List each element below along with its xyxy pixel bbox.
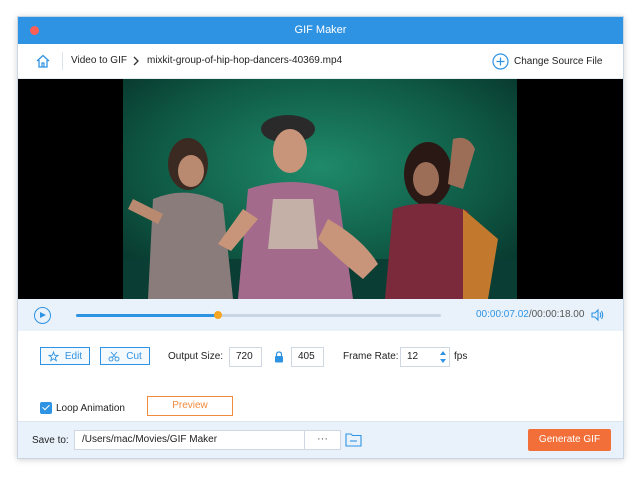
timeline-handle[interactable] <box>214 311 223 319</box>
scissors-icon <box>108 351 120 361</box>
edit-icon <box>47 350 59 362</box>
video-preview-area <box>18 79 623 299</box>
title-bar: GIF Maker <box>18 17 623 44</box>
edit-button[interactable]: Edit <box>40 347 90 365</box>
current-time: 00:00:07.02 <box>476 309 529 320</box>
save-to-label: Save to: <box>32 435 69 446</box>
volume-icon[interactable] <box>590 308 604 322</box>
breadcrumb-file-name: mixkit-group-of-hip-hop-dancers-40369.mp… <box>147 55 343 66</box>
play-button[interactable] <box>34 307 51 324</box>
add-circle-icon <box>492 52 509 70</box>
playback-bar: 00:00:07.02/00:00:18.00 <box>18 299 623 331</box>
edit-label: Edit <box>64 350 83 362</box>
home-icon[interactable] <box>35 53 51 69</box>
loop-animation-label[interactable]: Loop Animation <box>56 403 125 414</box>
stepper-icon[interactable] <box>438 347 448 367</box>
breadcrumb-divider <box>62 52 63 70</box>
breadcrumb-section[interactable]: Video to GIF <box>71 55 127 66</box>
total-time: /00:00:18.00 <box>528 309 585 320</box>
cut-label: Cut <box>126 350 142 362</box>
video-frame <box>123 79 517 299</box>
folder-icon[interactable] <box>345 432 362 447</box>
frame-rate-label: Frame Rate: <box>343 351 399 362</box>
generate-gif-button[interactable]: Generate GIF <box>528 429 611 451</box>
breadcrumb: Video to GIF mixkit-group-of-hip-hop-dan… <box>18 44 623 79</box>
save-path-input[interactable]: /Users/mac/Movies/GIF Maker <box>74 430 305 450</box>
timeline-progress <box>76 314 219 317</box>
lock-icon[interactable] <box>274 351 284 363</box>
change-source-file-button[interactable]: Change Source File <box>492 51 602 71</box>
timeline-slider[interactable] <box>76 311 441 319</box>
loop-animation-checkbox[interactable] <box>40 402 52 414</box>
output-width-input[interactable]: 720 <box>229 347 262 367</box>
dancers-video-image <box>123 79 517 299</box>
window-title: GIF Maker <box>294 24 347 36</box>
change-source-label: Change Source File <box>514 55 603 67</box>
chevron-right-icon <box>133 56 139 66</box>
cut-button[interactable]: Cut <box>100 347 150 365</box>
preview-button[interactable]: Preview <box>147 396 233 416</box>
browse-path-button[interactable]: ··· <box>305 430 341 450</box>
save-bar: Save to: /Users/mac/Movies/GIF Maker ···… <box>18 421 623 458</box>
output-size-label: Output Size: <box>168 351 224 362</box>
gif-maker-window: GIF Maker Video to GIF mixkit-group-of-h… <box>17 16 624 459</box>
gif-settings-panel: Edit Cut Output Size: 720 405 Frame Rate… <box>18 331 623 421</box>
output-height-input[interactable]: 405 <box>291 347 324 367</box>
time-display: 00:00:07.02/00:00:18.00 <box>476 309 584 320</box>
fps-label: fps <box>454 351 468 362</box>
